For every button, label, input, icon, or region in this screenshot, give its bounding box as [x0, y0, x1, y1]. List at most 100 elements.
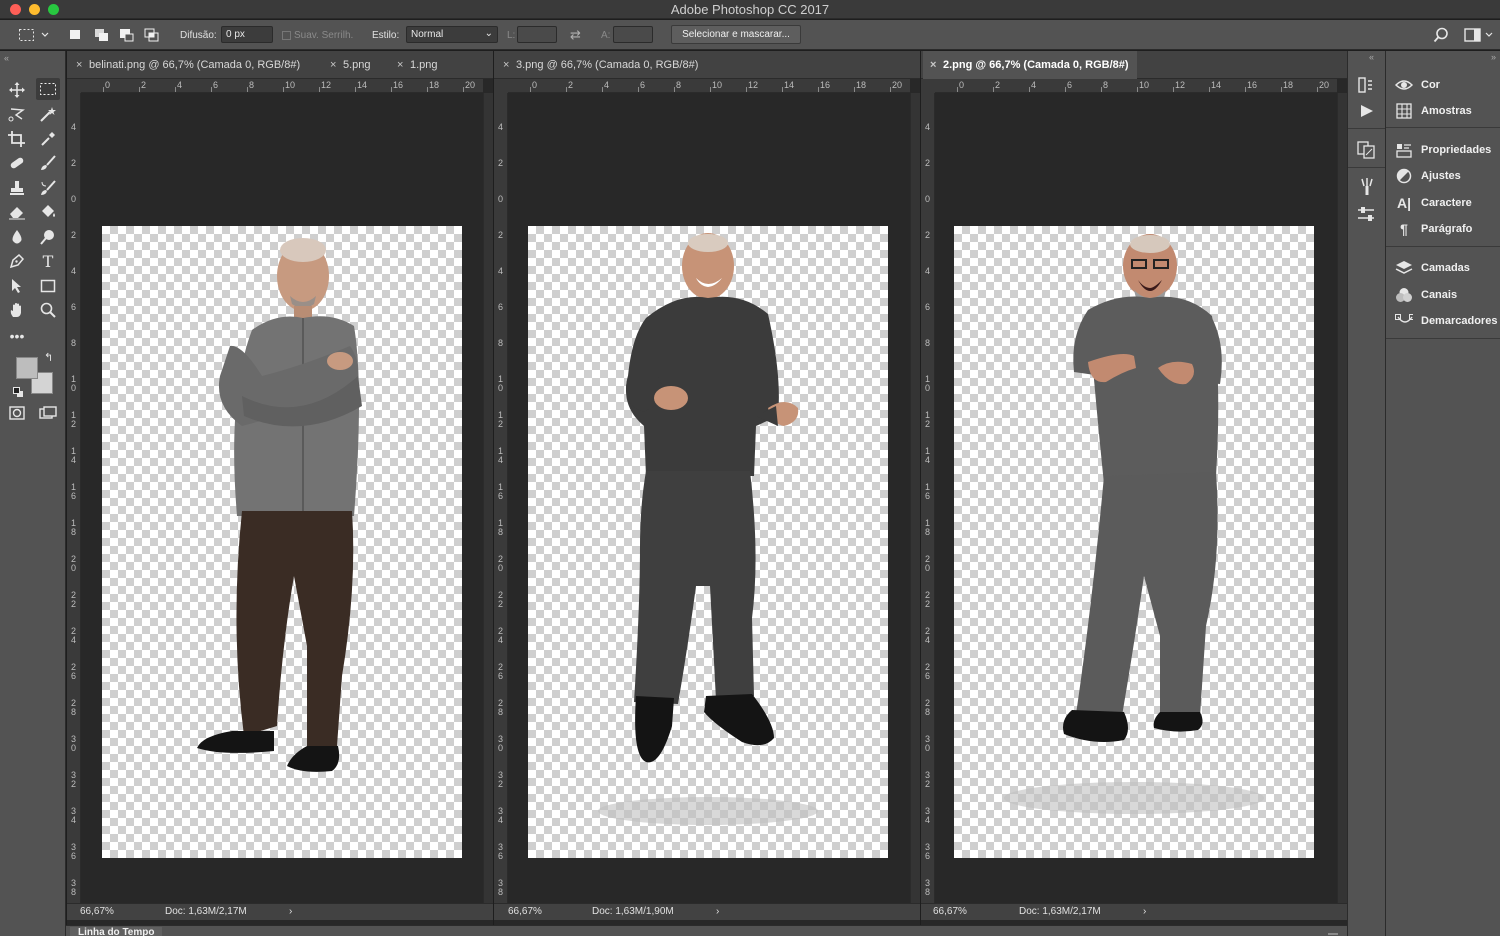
- zoom-level[interactable]: 66,67%: [933, 906, 967, 917]
- panel-item-label: Cor: [1421, 79, 1440, 91]
- zoom-tool-icon[interactable]: [36, 299, 60, 321]
- rectangular-marquee-tool-icon[interactable]: [36, 78, 60, 100]
- canvas-area[interactable]: [508, 94, 910, 906]
- new-selection-icon[interactable]: [68, 28, 82, 41]
- tab-belinati[interactable]: × belinati.png @ 66,7% (Camada 0, RGB/8#…: [69, 51, 308, 79]
- eyedropper-tool-icon[interactable]: [36, 128, 60, 150]
- paint-bucket-tool-icon[interactable]: [36, 201, 60, 223]
- vertical-scrollbar[interactable]: [910, 93, 920, 905]
- lasso-tool-icon[interactable]: [5, 103, 29, 125]
- tab-2png[interactable]: × 2.png @ 66,7% (Camada 0, RGB/8#): [923, 51, 1137, 79]
- expand-panels-icon[interactable]: «: [1369, 52, 1374, 62]
- ruler-tick: [355, 87, 356, 92]
- type-tool-icon[interactable]: T: [36, 250, 60, 272]
- vertical-ruler[interactable]: 4 2 0 2 4 6 8 1 0 1 2 1 4 1 6 1 8 2 0 2 2 2 4 2 6 2 8 3 0…: [921, 93, 935, 905]
- tab-3png[interactable]: × 3.png @ 66,7% (Camada 0, RGB/8#): [496, 51, 706, 79]
- add-to-selection-icon[interactable]: [94, 28, 108, 41]
- status-menu-chevron-icon[interactable]: ›: [1143, 906, 1146, 917]
- horizontal-ruler[interactable]: 0 2 4 6 8 10 12 14 16 18 20: [508, 79, 910, 93]
- panel-item-channels[interactable]: Canais: [1386, 282, 1500, 308]
- foreground-color-swatch-front[interactable]: [16, 357, 38, 379]
- vertical-ruler[interactable]: 4 2 0 2 4 6 8 1 0 1 2 1 4 1 6 1 8 2 0 2 2 2 4 2 6 2 8 3 0…: [494, 93, 508, 905]
- brush-presets-icon[interactable]: [1357, 207, 1375, 226]
- workspace-switcher-icon[interactable]: [1464, 20, 1494, 50]
- panel-item-paths[interactable]: Demarcadores: [1386, 308, 1500, 334]
- subtract-from-selection-icon[interactable]: [119, 28, 134, 42]
- antialias-checkbox[interactable]: Suav. Serrilh.: [282, 20, 353, 50]
- feather-input[interactable]: 0 px: [221, 26, 273, 43]
- height-label: A:: [601, 29, 611, 41]
- collapse-dock-icon[interactable]: »: [1491, 52, 1496, 62]
- healing-brush-tool-icon[interactable]: [5, 152, 29, 174]
- style-select[interactable]: Normal ⌄: [406, 26, 498, 43]
- collapse-toolbar-icon[interactable]: «: [4, 53, 9, 63]
- screen-mode-icon[interactable]: [36, 402, 60, 424]
- status-menu-chevron-icon[interactable]: ›: [289, 906, 292, 917]
- horizontal-ruler[interactable]: 0 2 4 6 8 10 12 14 16 18 20: [935, 79, 1337, 93]
- close-tab-icon[interactable]: ×: [930, 51, 936, 79]
- quick-mask-icon[interactable]: [5, 402, 29, 424]
- blur-tool-icon[interactable]: [5, 226, 29, 248]
- photo-man-pointing: [1004, 234, 1264, 814]
- panel-item-color[interactable]: Cor: [1386, 72, 1500, 98]
- tab-1png[interactable]: × 1.png: [390, 51, 446, 79]
- eraser-tool-icon[interactable]: [5, 201, 29, 223]
- more-tools-icon[interactable]: •••: [5, 325, 29, 347]
- ruler-corner: [67, 79, 81, 93]
- select-and-mask-button[interactable]: Selecionar e mascarar...: [671, 25, 801, 44]
- canvas-area[interactable]: [81, 94, 483, 906]
- history-brush-tool-icon[interactable]: [36, 177, 60, 199]
- panel-item-adjustments[interactable]: Ajustes: [1386, 163, 1500, 189]
- magic-wand-tool-icon[interactable]: [36, 103, 60, 125]
- rectangle-tool-icon[interactable]: [36, 275, 60, 297]
- photo-man-arms-crossed: [197, 238, 362, 772]
- artboard-transparent[interactable]: [102, 226, 462, 858]
- swap-colors-icon[interactable]: ↰: [44, 351, 53, 364]
- pen-tool-icon[interactable]: [5, 250, 29, 272]
- width-input[interactable]: [517, 26, 557, 43]
- vertical-scrollbar[interactable]: [1337, 93, 1347, 905]
- tab-timeline[interactable]: Linha do Tempo: [70, 927, 163, 936]
- panel-item-layers[interactable]: Camadas: [1386, 255, 1500, 281]
- panel-item-character[interactable]: A| Caractere: [1386, 190, 1500, 216]
- hand-tool-icon[interactable]: [5, 299, 29, 321]
- ruler-tick-label: 1 2: [71, 410, 77, 429]
- intersect-selection-icon[interactable]: [144, 28, 159, 42]
- ruler-tick-label: 2 6: [71, 662, 77, 681]
- history-panel-icon[interactable]: [1358, 77, 1374, 98]
- clone-source-icon[interactable]: [1357, 141, 1375, 164]
- close-tab-icon[interactable]: ×: [76, 51, 82, 79]
- dodge-tool-icon[interactable]: [36, 226, 60, 248]
- crop-tool-icon[interactable]: [5, 128, 29, 150]
- canvas-area[interactable]: [935, 94, 1337, 906]
- zoom-level[interactable]: 66,67%: [80, 906, 114, 917]
- zoom-level[interactable]: 66,67%: [508, 906, 542, 917]
- search-icon[interactable]: [1433, 20, 1449, 50]
- clone-stamp-tool-icon[interactable]: [5, 177, 29, 199]
- brush-settings-icon[interactable]: [1359, 178, 1375, 201]
- timeline-menu-icon[interactable]: [1328, 928, 1338, 936]
- close-tab-icon[interactable]: ×: [397, 51, 403, 79]
- panel-item-swatches[interactable]: Amostras: [1386, 98, 1500, 124]
- panel-item-properties[interactable]: Propriedades: [1386, 137, 1500, 163]
- height-input[interactable]: [613, 26, 653, 43]
- tab-5png[interactable]: × 5.png: [323, 51, 379, 79]
- path-selection-tool-icon[interactable]: [5, 275, 29, 297]
- artboard-transparent[interactable]: [528, 226, 888, 858]
- status-menu-chevron-icon[interactable]: ›: [716, 906, 719, 917]
- default-colors-icon[interactable]: [13, 385, 24, 403]
- ruler-tick-label: 3 2: [71, 770, 77, 789]
- horizontal-ruler[interactable]: 0 2 4 6 8 10 12 14 16 18 20: [81, 79, 483, 93]
- move-tool-icon[interactable]: [5, 79, 29, 101]
- panel-item-paragraph[interactable]: ¶ Parágrafo: [1386, 216, 1500, 242]
- channels-icon: [1395, 286, 1413, 304]
- close-tab-icon[interactable]: ×: [330, 51, 336, 79]
- swap-dimensions-icon[interactable]: ⇄: [570, 20, 581, 50]
- brush-tool-icon[interactable]: [36, 152, 60, 174]
- vertical-scrollbar[interactable]: [483, 93, 493, 905]
- artboard-transparent[interactable]: [954, 226, 1314, 858]
- marquee-preset-picker[interactable]: [18, 20, 52, 50]
- close-tab-icon[interactable]: ×: [503, 51, 509, 79]
- vertical-ruler[interactable]: 4 2 0 2 4 6 8 1 0 1 2 1 4 1 6 1 8 2 0 2 2 2 4 2 6 2 8 3 0…: [67, 93, 81, 905]
- actions-play-icon[interactable]: [1360, 104, 1374, 123]
